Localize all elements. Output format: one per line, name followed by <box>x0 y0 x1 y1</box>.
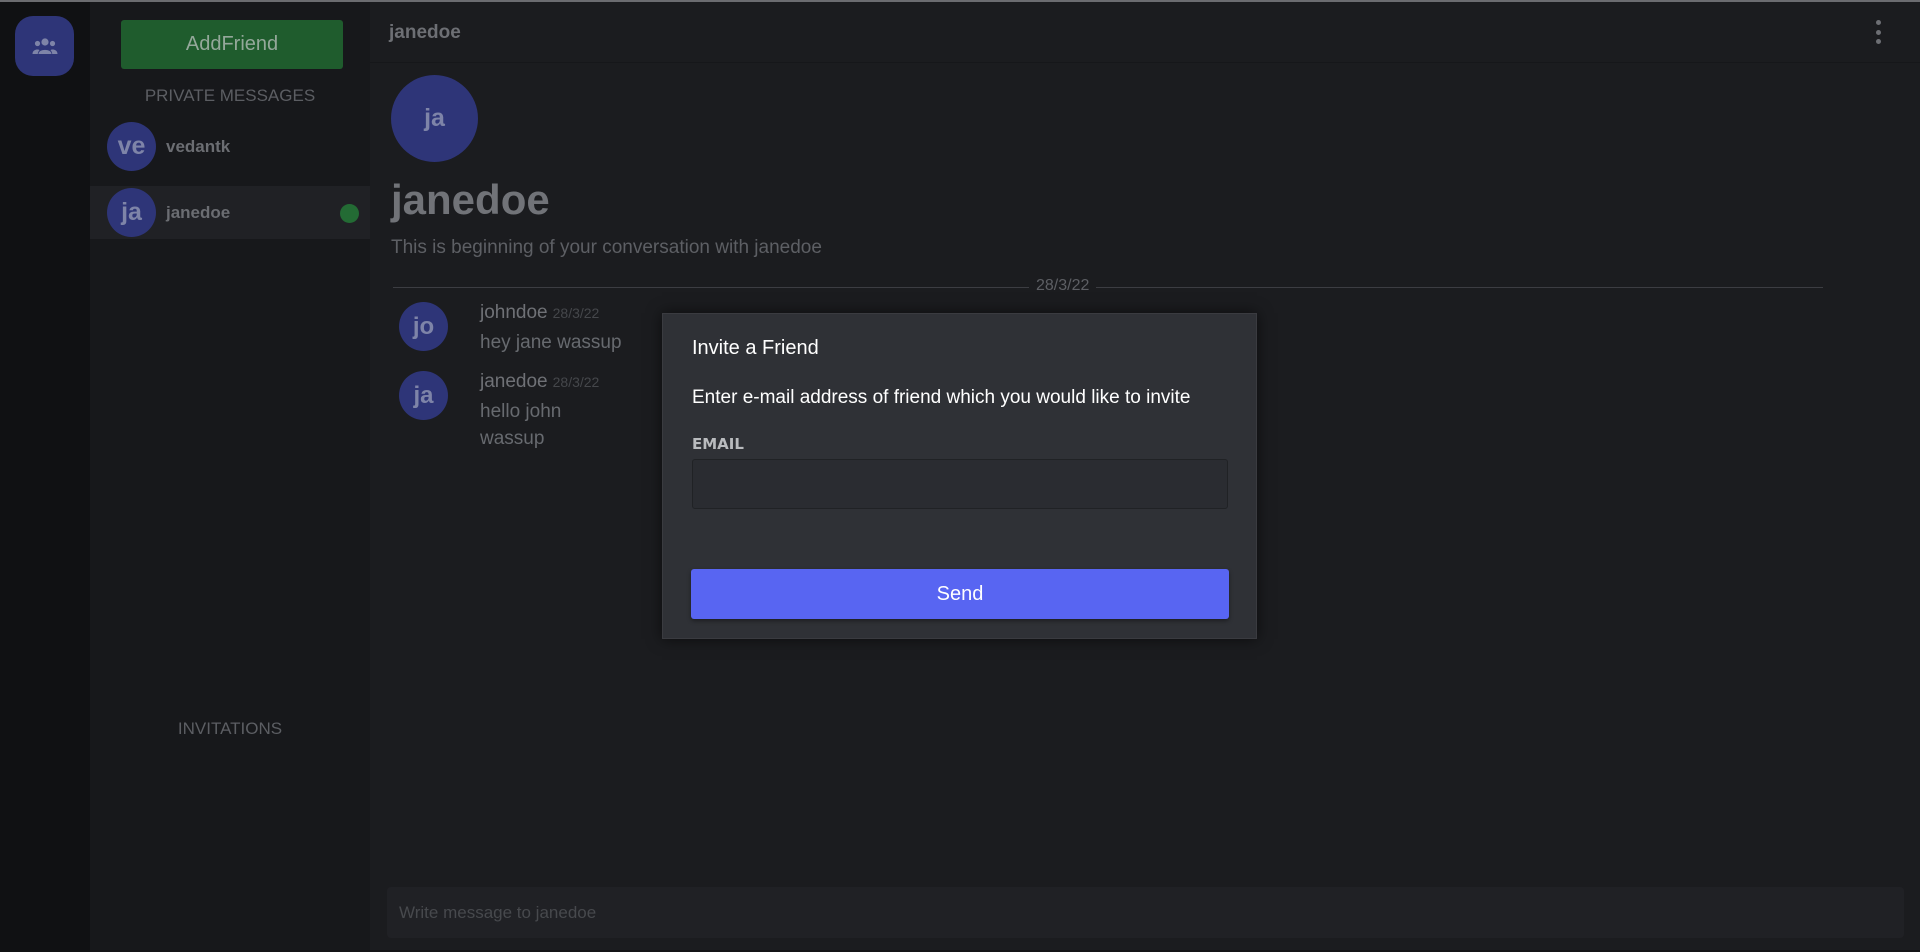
chat-title: janedoe <box>389 22 461 43</box>
invitations-heading: INVITATIONS <box>177 719 283 738</box>
date-divider-label: 28/3/22 <box>1029 277 1097 295</box>
message-composer <box>387 887 1904 938</box>
message-author-line: johndoe 28/3/22 <box>480 302 599 324</box>
email-label: EMAIL <box>692 435 744 453</box>
chat-header: janedoe <box>370 2 1920 63</box>
people-group-icon <box>32 38 57 54</box>
avatar: ja <box>107 188 156 237</box>
message-text: hey jane wassup <box>480 332 622 353</box>
date-divider-line <box>393 287 1823 288</box>
dm-item-vedantk[interactable]: ve vedantk <box>90 120 370 173</box>
more-vertical-icon[interactable] <box>1872 20 1884 44</box>
message-text: hello john <box>480 401 562 422</box>
avatar: ve <box>107 122 156 171</box>
private-messages-heading: PRIVATE MESSAGES <box>144 86 316 105</box>
friends-home-button[interactable] <box>15 16 74 76</box>
modal-description: Enter e-mail address of friend which you… <box>692 387 1191 408</box>
message-author-line: janedoe 28/3/22 <box>480 371 599 393</box>
message-time: 28/3/22 <box>552 305 600 321</box>
conversation-avatar: ja <box>391 75 478 162</box>
add-friend-button[interactable]: AddFriend <box>121 20 343 69</box>
server-rail <box>0 2 90 952</box>
send-button[interactable]: Send <box>691 569 1229 619</box>
dm-name: vedantk <box>166 136 231 156</box>
message-author: janedoe <box>480 371 548 392</box>
dm-item-janedoe[interactable]: ja janedoe <box>90 186 370 239</box>
message-text: wassup <box>480 428 545 449</box>
modal-title: Invite a Friend <box>692 337 819 359</box>
message-input[interactable] <box>387 887 1904 938</box>
avatar: ja <box>399 371 448 420</box>
online-status-indicator <box>340 204 359 223</box>
conversation-name: janedoe <box>391 176 550 223</box>
message-author: johndoe <box>480 302 548 323</box>
email-field[interactable] <box>692 459 1228 509</box>
dm-sidebar: AddFriend PRIVATE MESSAGES ve vedantk ja… <box>90 2 370 950</box>
message-time: 28/3/22 <box>552 374 600 390</box>
avatar: jo <box>399 302 448 351</box>
invite-friend-modal: Invite a Friend Enter e-mail address of … <box>662 313 1257 639</box>
dm-name: janedoe <box>166 202 231 222</box>
conversation-intro: This is beginning of your conversation w… <box>391 237 822 258</box>
